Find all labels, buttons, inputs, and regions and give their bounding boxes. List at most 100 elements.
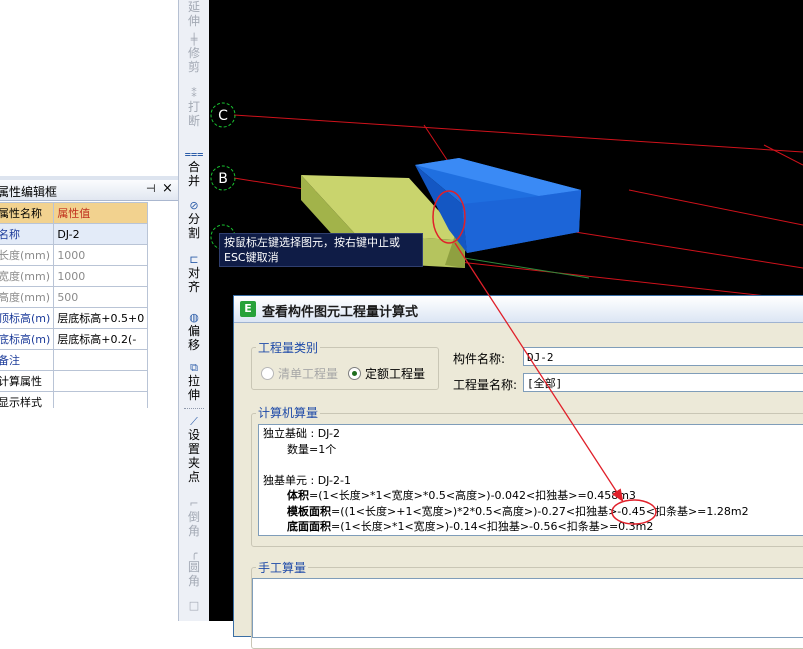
bottom-key: 底面面积: [287, 520, 331, 533]
table-row[interactable]: 名称 DJ-2: [0, 223, 149, 245]
property-table: 属性名称 属性值 名称 DJ-2 长度(mm) 1000 宽度(mm) 1000…: [0, 202, 149, 413]
axis-line-diag-2: [628, 189, 803, 226]
calc-line-formwork: 模板面积=((1<长度>+1<宽度>)*2*0.5<高度>)-0.27<扣独基>…: [263, 504, 803, 520]
trim-button[interactable]: ╪ 修剪: [179, 33, 209, 75]
row-name: 备注: [0, 349, 55, 371]
qty-name-label: 工程量名称:: [453, 378, 518, 392]
trim-label: 修剪: [187, 46, 200, 74]
dialog-titlebar[interactable]: E 查看构件图元工程量计算式: [234, 296, 803, 323]
row-value[interactable]: 1000: [53, 265, 149, 287]
fillet-label: 圆角: [187, 560, 200, 588]
axis-label-b: B: [218, 171, 228, 187]
break-icon: ⁑: [191, 87, 197, 100]
chamfer-button[interactable]: ⌐ 倒角: [179, 497, 209, 539]
extend-button[interactable]: 延伸: [179, 0, 209, 28]
property-table-header: 属性名称 属性值: [0, 202, 149, 224]
chamfer-icon: ⌐: [189, 497, 199, 510]
stretch-button[interactable]: ⧉ 拉伸: [179, 361, 209, 403]
property-panel-title: 属性编辑框: [0, 185, 58, 199]
radio-quota-qty[interactable]: 定额工程量: [348, 365, 425, 382]
break-button[interactable]: ⁑ 打断: [179, 87, 209, 129]
calc-line-volume: 体积=(1<长度>*1<宽度>*0.5<高度>)-0.042<扣独基>=0.45…: [263, 488, 803, 504]
split-icon: ⊘: [189, 199, 199, 212]
merge-icon: ⩶: [184, 147, 204, 160]
row-value[interactable]: [53, 349, 149, 371]
row-name: 名称: [0, 223, 55, 245]
axis-marker-c: C: [210, 102, 236, 128]
row-value[interactable]: 层底标高+0.2(-: [53, 328, 149, 350]
offset-icon: ◍: [189, 311, 199, 324]
set-grip-label: 设置夹点: [187, 428, 200, 484]
property-panel-empty-area: [0, 408, 178, 621]
row-name: 高度(mm): [0, 286, 55, 308]
close-icon[interactable]: ×: [162, 181, 173, 196]
calc-line-blank: [263, 457, 803, 473]
table-row[interactable]: 底标高(m) 层底标高+0.2(-: [0, 328, 149, 350]
align-icon: ⊏: [189, 253, 199, 266]
edit-toolbar: 延伸 ╪ 修剪 ⁑ 打断 ⩶ 合并 ⊘ 分割 ⊏ 对齐 ◍ 偏移 ⧉ 拉伸 ⟋ …: [178, 0, 210, 621]
property-panel: 属性编辑框 ⊣ × 属性名称 属性值 名称 DJ-2 长度(mm) 1000 宽…: [0, 0, 178, 621]
axis-line-c: [233, 114, 803, 153]
table-row[interactable]: 宽度(mm) 1000: [0, 265, 149, 287]
stretch-label: 拉伸: [187, 374, 200, 402]
chamfer-label: 倒角: [187, 510, 200, 538]
radio-list-qty[interactable]: 清单工程量: [261, 365, 338, 382]
row-value[interactable]: 1000: [53, 244, 149, 266]
radio-quota-label: 定额工程量: [365, 367, 426, 381]
offset-button[interactable]: ◍ 偏移: [179, 311, 209, 353]
table-row[interactable]: 备注: [0, 349, 149, 371]
component-list-area[interactable]: [0, 0, 178, 177]
row-name: 计算属性: [0, 370, 55, 392]
merge-label: 合并: [187, 160, 200, 188]
trim-icon: ╪: [190, 33, 198, 46]
align-button[interactable]: ⊏ 对齐: [179, 253, 209, 295]
row-value[interactable]: 层底标高+0.5+0: [53, 307, 149, 329]
qty-name-select[interactable]: [全部]: [523, 373, 803, 392]
toolbar-separator: [184, 408, 204, 409]
offset-label: 偏移: [187, 324, 200, 352]
table-row[interactable]: 计算属性: [0, 370, 149, 392]
formwork-expr: =((1<长度>+1<宽度>)*2*0.5<高度>)-0.27<扣独基>-0.4…: [331, 504, 749, 518]
component-name-field[interactable]: DJ-2: [523, 347, 803, 366]
component-name-label: 构件名称:: [453, 352, 506, 366]
bottom-expr: =(1<长度>*1<宽度>)-0.14<扣独基>-0.56<扣条基>=0.3m2: [331, 520, 654, 533]
volume-key: 体积: [287, 489, 309, 502]
calc-line: 独立基础 : DJ-2: [263, 427, 340, 440]
calc-label: 计算机算量: [256, 404, 321, 421]
split-button[interactable]: ⊘ 分割: [179, 199, 209, 241]
row-value[interactable]: [53, 370, 149, 392]
calc-line-bottom: 底面面积=(1<长度>*1<宽度>)-0.14<扣独基>-0.56<扣条基>=0…: [263, 519, 803, 535]
manual-label: 手工算量: [256, 559, 309, 576]
row-name: 顶标高(m): [0, 307, 55, 329]
calc-formula-text[interactable]: 独立基础 : DJ-2 数量=1个 独基单元 : DJ-2-1 体积=(1<长度…: [258, 424, 803, 536]
grid-line-green: [463, 257, 590, 279]
app-icon: E: [240, 301, 256, 317]
split-label: 分割: [187, 212, 200, 240]
fillet-icon: ╭: [190, 547, 198, 560]
qty-type-label: 工程量类别: [256, 339, 321, 356]
header-name: 属性名称: [0, 202, 55, 224]
align-label: 对齐: [187, 266, 200, 294]
fillet-button[interactable]: ╭ 圆角: [179, 547, 209, 589]
row-name: 宽度(mm): [0, 265, 55, 287]
stretch-icon: ⧉: [190, 361, 198, 374]
manual-input[interactable]: [252, 578, 803, 638]
table-row[interactable]: 顶标高(m) 层底标高+0.5+0: [0, 307, 149, 329]
status-hint: 按鼠标左键选择图元，按右键中止或ESC键取消: [219, 233, 423, 267]
table-row[interactable]: 长度(mm) 1000: [0, 244, 149, 266]
row-name: 底标高(m): [0, 328, 55, 350]
square-icon: □: [188, 599, 200, 612]
axis-label-c: C: [218, 108, 228, 124]
merge-button[interactable]: ⩶ 合并: [179, 147, 209, 189]
more-tool-button[interactable]: □: [179, 600, 209, 612]
volume-expr: =(1<长度>*1<宽度>*0.5<高度>)-0.042<扣独基>=0.458m…: [309, 489, 636, 502]
property-panel-titlebar: 属性编辑框 ⊣ ×: [0, 180, 178, 201]
radio-checked-icon: [348, 367, 361, 380]
table-row[interactable]: 高度(mm) 500: [0, 286, 149, 308]
set-grip-button[interactable]: ⟋ 设置夹点: [179, 416, 209, 485]
dialog-title: 查看构件图元工程量计算式: [262, 305, 419, 320]
break-label: 打断: [187, 100, 200, 128]
pin-icon[interactable]: ⊣: [146, 182, 156, 195]
row-value[interactable]: 500: [53, 286, 149, 308]
row-value[interactable]: DJ-2: [53, 223, 149, 245]
